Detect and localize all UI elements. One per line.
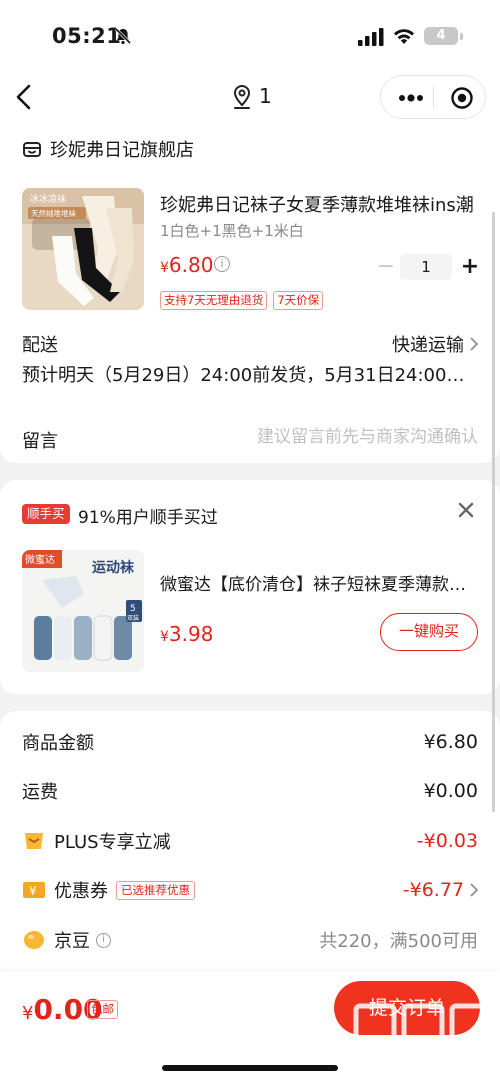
- one-click-buy-button[interactable]: 一键购买: [380, 613, 478, 651]
- product-image-text-2: 天然绒堆堆袜: [31, 208, 76, 218]
- note-label: 留言: [22, 431, 58, 452]
- price-info-icon[interactable]: i: [214, 256, 230, 272]
- product-tags: 支持7天无理由退货 7天价保: [160, 291, 324, 310]
- plus-discount-value: -¥0.03: [416, 830, 478, 852]
- decrease-quantity-button[interactable]: −: [376, 255, 396, 279]
- product-tag-price-protect: 7天价保: [273, 291, 324, 310]
- battery-tip: [460, 33, 463, 40]
- svg-text:¥: ¥: [29, 884, 37, 898]
- quantity-value[interactable]: 1: [400, 254, 452, 280]
- recommend-image-art: 微蜜达 运动袜 5 双装: [22, 550, 144, 672]
- product-price: ¥6.80: [160, 253, 213, 277]
- status-time: 05:21: [52, 24, 122, 48]
- product-price-symbol: ¥: [160, 260, 169, 276]
- recommend-price: ¥3.98: [160, 622, 213, 646]
- product-price-value: 6.80: [168, 253, 214, 277]
- recommend-image-pack-unit: 双装: [127, 614, 139, 622]
- freight-value: ¥0.00: [423, 780, 478, 802]
- freight-row: 运费 ¥0.00: [22, 776, 478, 806]
- product-spec[interactable]: 1白色+1黑色+1米白: [160, 220, 304, 241]
- shipping-method-text: 快递运输: [392, 335, 464, 356]
- jingdou-value: 共220，满500可用: [319, 931, 478, 952]
- quantity-stepper: − 1 +: [376, 254, 480, 280]
- product-tag-return: 支持7天无理由退货: [160, 291, 268, 310]
- coupon-row[interactable]: ¥ 优惠券 已选推荐优惠 -¥6.77: [22, 875, 478, 905]
- total-price-symbol: ¥: [22, 1003, 34, 1024]
- recommend-product-image[interactable]: 微蜜达 运动袜 5 双装: [22, 550, 144, 672]
- jingdou-info-icon[interactable]: i: [96, 932, 111, 948]
- shipping-eta: 预计明天（5月29日）24:00前发货，5月31日24:00前送达: [22, 365, 468, 386]
- shipping-label: 配送: [22, 335, 58, 356]
- product-image[interactable]: 冰冰凉袜 天然绒堆堆袜: [22, 188, 144, 310]
- back-arrow-icon[interactable]: [12, 82, 36, 112]
- goods-amount-row: 商品金额 ¥6.80: [22, 727, 478, 757]
- recommend-card: 顺手买 91%用户顺手买过 微蜜达 运动袜 5 双装 微蜜达【底价清仓】袜子短袜…: [0, 480, 500, 694]
- product-image-text-1: 冰冰凉袜: [30, 193, 66, 205]
- goods-amount-label: 商品金额: [22, 733, 94, 754]
- jingdou-label: 京豆: [54, 931, 90, 952]
- location-count[interactable]: 1: [259, 84, 272, 108]
- close-icon[interactable]: [458, 502, 474, 518]
- submit-order-button[interactable]: 提交订单: [334, 981, 480, 1035]
- home-indicator[interactable]: [162, 1065, 338, 1071]
- cellular-signal-icon: [358, 28, 384, 46]
- bottom-bar: ¥0.00 包邮 提交订单: [0, 972, 500, 1083]
- chevron-right-icon: [470, 883, 478, 897]
- mute-bell-icon: [114, 27, 132, 45]
- coupon-tag: 已选推荐优惠: [116, 880, 195, 900]
- note-input[interactable]: [218, 427, 478, 447]
- more-dots-icon[interactable]: [398, 88, 424, 108]
- plus-badge-icon: [22, 830, 46, 852]
- goods-amount-value: ¥6.80: [423, 731, 478, 753]
- product-image-art: 冰冰凉袜 天然绒堆堆袜: [22, 188, 144, 310]
- chevron-right-icon: [470, 337, 478, 351]
- wifi-icon: [394, 29, 414, 44]
- close-target-icon[interactable]: [450, 86, 474, 110]
- product-title[interactable]: 珍妮弗日记袜子女夏季薄款堆堆袜ins潮: [160, 191, 478, 217]
- jingdou-row: 京豆 i 共220，满500可用: [22, 925, 478, 955]
- scrollbar[interactable]: [492, 212, 495, 812]
- coupon-icon: ¥: [22, 880, 46, 900]
- coupon-label: 优惠券: [54, 881, 108, 902]
- capsule-divider: [433, 87, 434, 109]
- store-name: 珍妮弗日记旗舰店: [50, 140, 194, 161]
- store-icon: [23, 142, 41, 157]
- nav-bar: 1: [0, 70, 500, 125]
- plus-discount-row: PLUS专享立减 -¥0.03: [22, 826, 478, 856]
- jingdou-icon: [22, 929, 46, 951]
- coupon-value: -¥6.77: [402, 879, 464, 901]
- recommend-text: 91%用户顺手买过: [78, 508, 218, 528]
- recommend-image-brand: 微蜜达: [25, 553, 55, 566]
- increase-quantity-button[interactable]: +: [460, 255, 480, 279]
- status-bar: 05:21 4: [0, 0, 500, 70]
- recommend-image-pack-count: 5: [130, 604, 136, 614]
- mini-program-capsule: [380, 75, 486, 119]
- recommend-title[interactable]: 微蜜达【底价清仓】袜子短袜夏季薄款运动袜: [160, 570, 478, 595]
- recommend-price-value: 3.98: [168, 622, 214, 646]
- plus-discount-label: PLUS专享立减: [54, 832, 171, 853]
- free-shipping-tag: 包邮: [87, 1000, 118, 1019]
- freight-label: 运费: [22, 782, 58, 803]
- order-card: 珍妮弗日记旗舰店 冰冰凉袜 天然绒堆堆袜 珍妮弗日记袜子女夏季薄款堆堆袜ins潮…: [0, 125, 500, 463]
- recommend-price-symbol: ¥: [160, 629, 169, 645]
- store-row[interactable]: 珍妮弗日记旗舰店: [22, 136, 194, 162]
- recommend-badge: 顺手买: [22, 504, 70, 524]
- recommend-image-title: 运动袜: [92, 559, 135, 576]
- location-pin-icon[interactable]: [232, 84, 252, 110]
- shipping-method[interactable]: 快递运输: [392, 331, 478, 357]
- battery-icon: 4: [424, 27, 458, 45]
